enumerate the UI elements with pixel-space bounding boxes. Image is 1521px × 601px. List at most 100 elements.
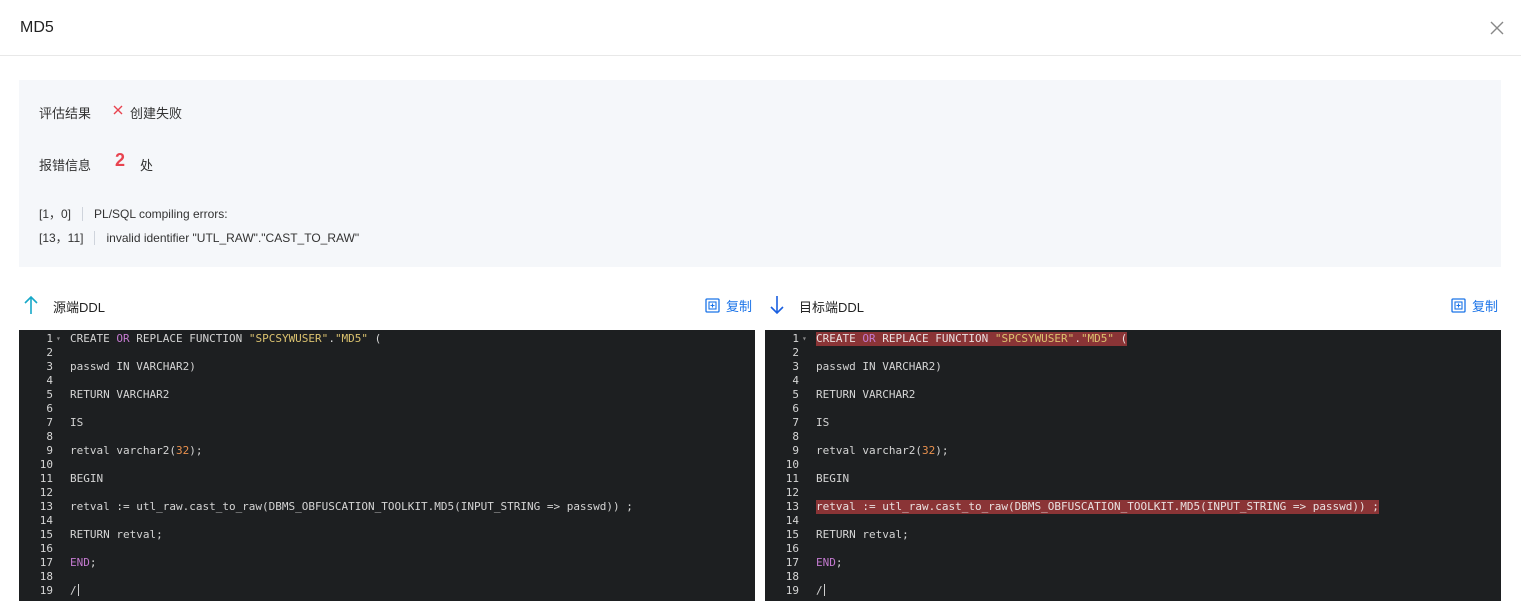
code-line: 12 — [19, 486, 755, 500]
code-text: END; — [816, 556, 843, 569]
line-number: 1 — [46, 332, 53, 345]
text-cursor — [823, 584, 825, 596]
error-count: 2 — [115, 150, 126, 170]
line-number: 1 — [792, 332, 799, 345]
dialog-title: MD5 — [20, 19, 54, 36]
code-line: 15 RETURN retval; — [765, 528, 1501, 542]
error-position: [1，0] — [39, 207, 72, 221]
line-number: 6 — [46, 402, 53, 415]
code-text: END; — [70, 556, 97, 569]
code-text: RETURN retval; — [816, 528, 909, 541]
code-line: 6 — [765, 402, 1501, 416]
line-number: 12 — [785, 486, 799, 499]
line-number: 13 — [39, 500, 53, 513]
line-number: 12 — [39, 486, 53, 499]
copy-icon — [705, 297, 720, 313]
arrow-down-icon — [770, 296, 784, 315]
code-text: retval varchar2(32); — [816, 444, 949, 457]
code-text: IS — [816, 416, 830, 429]
line-number: 2 — [46, 346, 53, 359]
code-text: RETURN retval; — [70, 528, 163, 541]
code-line: 9 retval varchar2(32); — [19, 444, 755, 458]
error-message: invalid identifier "UTL_RAW"."CAST_TO_RA… — [106, 230, 360, 245]
line-number: 15 — [39, 528, 53, 541]
line-number: 4 — [46, 374, 53, 387]
code-text: BEGIN — [816, 472, 850, 485]
line-number: 8 — [792, 430, 799, 443]
line-number: 7 — [46, 416, 53, 429]
code-line: 8 — [19, 430, 755, 444]
code-line: 5 RETURN VARCHAR2 — [19, 388, 755, 402]
code-line: 2 — [765, 346, 1501, 360]
code-text: retval := utl_raw.cast_to_raw(DBMS_OBFUS… — [70, 500, 633, 513]
code-line: 5 RETURN VARCHAR2 — [765, 388, 1501, 402]
target-ddl-title: 目标端DDL — [799, 300, 865, 315]
code-line: 1 ▾ CREATE OR REPLACE FUNCTION "SPCSYWUSER… — [765, 332, 1501, 346]
line-number: 5 — [792, 388, 799, 401]
code-line: 9 retval varchar2(32); — [765, 444, 1501, 458]
code-line: 18 — [19, 570, 755, 584]
target-code-editor[interactable]: 1 ▾ CREATE OR REPLACE FUNCTION "SPCSYWUSER… — [765, 330, 1501, 601]
code-line: 11 BEGIN — [765, 472, 1501, 486]
line-number: 9 — [792, 444, 799, 457]
copy-icon — [1451, 297, 1466, 313]
code-text: retval varchar2(32); — [70, 444, 203, 457]
code-line: 8 — [765, 430, 1501, 444]
code-line: 19 / — [765, 584, 1501, 598]
fold-toggle-icon[interactable]: ▾ — [802, 332, 807, 346]
line-number: 14 — [39, 514, 53, 527]
code-line: 12 — [765, 486, 1501, 500]
code-line: 2 — [19, 346, 755, 360]
code-text: CREATE OR REPLACE FUNCTION "SPCSYWUSER".… — [70, 332, 382, 345]
error-count-unit: 处 — [140, 158, 154, 173]
error-item: [1，0] PL/SQL compiling errors: — [39, 205, 228, 222]
code-line: 15 RETURN retval; — [19, 528, 755, 542]
line-number: 9 — [46, 444, 53, 457]
source-ddl-title: 源端DDL — [53, 300, 106, 315]
code-line: 6 — [19, 402, 755, 416]
arrow-up-icon — [24, 295, 38, 314]
close-icon[interactable] — [1487, 18, 1507, 38]
code-line: 11 BEGIN — [19, 472, 755, 486]
line-number: 16 — [785, 542, 799, 555]
error-info-label: 报错信息 — [39, 158, 92, 173]
line-number: 19 — [785, 584, 799, 597]
copy-label: 复制 — [1472, 298, 1499, 314]
line-number: 3 — [792, 360, 799, 373]
code-line: 17 END; — [19, 556, 755, 570]
line-number: 15 — [785, 528, 799, 541]
source-code-editor[interactable]: 1 ▾ CREATE OR REPLACE FUNCTION "SPCSYWUSER… — [19, 330, 755, 601]
code-text: / — [816, 584, 825, 597]
line-number: 19 — [39, 584, 53, 597]
code-line: 3 passwd IN VARCHAR2) — [19, 360, 755, 374]
code-line: 14 — [765, 514, 1501, 528]
code-line: 16 — [19, 542, 755, 556]
error-message: PL/SQL compiling errors: — [94, 206, 228, 221]
line-number: 6 — [792, 402, 799, 415]
code-line: 14 — [19, 514, 755, 528]
evaluation-result-panel: 评估结果 创建失败 报错信息 2 处 [1，0] PL/SQL compilin… — [19, 80, 1501, 267]
line-number: 10 — [785, 458, 799, 471]
copy-label: 复制 — [726, 298, 753, 314]
separator — [82, 206, 84, 221]
code-line: 18 — [765, 570, 1501, 584]
line-number: 5 — [46, 388, 53, 401]
code-line: 19 / — [19, 584, 755, 598]
fail-x-icon — [113, 105, 123, 115]
line-number: 3 — [46, 360, 53, 373]
code-line: 17 END; — [765, 556, 1501, 570]
code-text: IS — [70, 416, 84, 429]
separator — [94, 230, 96, 245]
source-copy-button[interactable]: 复制 — [705, 296, 752, 314]
dialog-header: MD5 — [0, 0, 1521, 56]
text-cursor — [77, 584, 79, 596]
line-number: 10 — [39, 458, 53, 471]
fold-toggle-icon[interactable]: ▾ — [56, 332, 61, 346]
code-line: 7 IS — [765, 416, 1501, 430]
code-text: / — [70, 584, 79, 597]
target-copy-button[interactable]: 复制 — [1451, 296, 1498, 314]
line-number: 8 — [46, 430, 53, 443]
code-text: RETURN VARCHAR2 — [70, 388, 170, 401]
code-line: 1 ▾ CREATE OR REPLACE FUNCTION "SPCSYWUSER… — [19, 332, 755, 346]
line-number: 18 — [785, 570, 799, 583]
